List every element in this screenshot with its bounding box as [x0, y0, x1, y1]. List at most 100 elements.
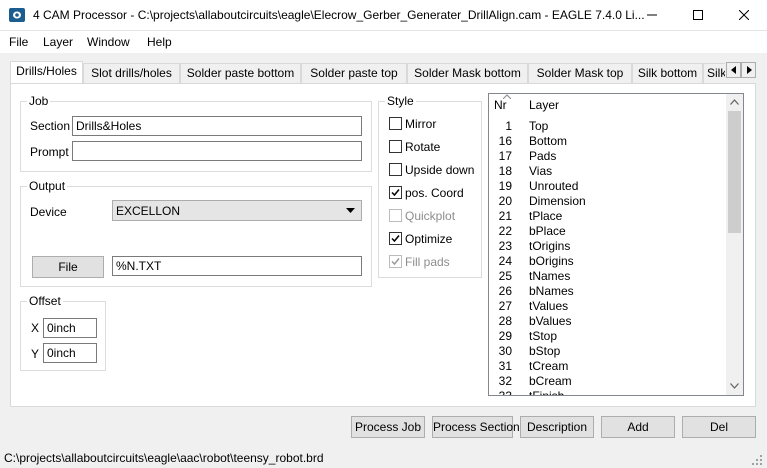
layer-list-item[interactable]: 25 tNames — [489, 268, 729, 283]
menu-help[interactable]: Help — [147, 35, 172, 49]
layer-list-item[interactable]: 23 tOrigins — [489, 238, 729, 253]
process-section-button[interactable]: Process Section — [432, 416, 520, 438]
layer-number: 27 — [498, 299, 512, 313]
file-name-input[interactable]: %N.TXT — [112, 256, 362, 276]
maximize-icon — [693, 10, 703, 20]
add-button[interactable]: Add — [601, 416, 675, 438]
scroll-thumb[interactable] — [728, 111, 741, 233]
offset-y-input[interactable]: 0inch — [43, 343, 97, 363]
upside-down-checkbox[interactable] — [389, 163, 402, 176]
layer-name: tPlace — [529, 209, 563, 223]
tab-silk-top[interactable]: Silk t — [703, 63, 725, 83]
layer-list-item[interactable]: 19 Unrouted — [489, 178, 729, 193]
layer-name: tStop — [529, 329, 558, 343]
checkmark-icon — [391, 235, 400, 243]
checkmark-icon — [391, 258, 400, 266]
sort-ascending-icon — [503, 94, 511, 99]
layer-name: tFinish — [529, 389, 565, 396]
layer-number: 20 — [498, 194, 512, 208]
tab-drills-holes[interactable]: Drills/Holes — [10, 61, 83, 83]
title-bar: 4 CAM Processor - C:\projects\allaboutci… — [0, 0, 767, 31]
pos-coord-checkbox[interactable] — [389, 186, 402, 199]
file-button[interactable]: File — [32, 256, 104, 278]
layer-number: 23 — [498, 239, 512, 253]
column-header-layer[interactable]: Layer — [529, 98, 559, 112]
layer-number: 19 — [498, 179, 512, 193]
layer-list-item[interactable]: 28 bValues — [489, 313, 729, 328]
layer-list-item[interactable]: 31 tCream — [489, 358, 729, 373]
layer-list-item[interactable]: 18 Vias — [489, 163, 729, 178]
style-legend: Style — [387, 94, 414, 108]
layer-number: 33 — [498, 389, 512, 396]
layer-name: Pads — [529, 149, 557, 163]
optimize-checkbox[interactable] — [389, 232, 402, 245]
layer-list-item[interactable]: 29 tStop — [489, 328, 729, 343]
menu-file[interactable]: File — [9, 35, 28, 49]
offset-x-input[interactable]: 0inch — [43, 318, 97, 338]
layer-list-item[interactable]: 30 bStop — [489, 343, 729, 358]
rotate-checkbox[interactable] — [389, 140, 402, 153]
layer-list-item[interactable]: 26 bNames — [489, 283, 729, 298]
menu-bar: File Layer Window Help — [0, 31, 767, 53]
description-button[interactable]: Description — [520, 416, 594, 438]
close-button[interactable] — [721, 0, 767, 30]
layer-list[interactable]: Nr Layer 1 Top 16 Bottom 17 Pads 18 Vias 19 Unrou… — [488, 93, 744, 396]
layer-list-item[interactable]: 16 Bottom — [489, 133, 729, 148]
layer-name: Unrouted — [529, 179, 579, 193]
layer-number: 30 — [498, 344, 512, 358]
rotate-label: Rotate — [405, 140, 441, 154]
layer-number: 24 — [498, 254, 512, 268]
layer-number: 17 — [498, 149, 512, 163]
layer-list-item[interactable]: 24 bOrigins — [489, 253, 729, 268]
process-job-button[interactable]: Process Job — [351, 416, 425, 438]
maximize-button[interactable] — [675, 0, 721, 30]
tab-scroll-left-button[interactable] — [726, 62, 741, 78]
scroll-down-icon[interactable] — [730, 383, 739, 389]
column-header-nr[interactable]: Nr — [494, 98, 507, 112]
layer-name: bCream — [529, 374, 572, 388]
resize-grip-icon[interactable] — [751, 454, 763, 466]
menu-layer[interactable]: Layer — [43, 35, 73, 49]
mirror-checkbox[interactable] — [389, 117, 402, 130]
layer-list-item[interactable]: 20 Dimension — [489, 193, 729, 208]
eagle-app-icon — [9, 8, 25, 22]
layer-number: 16 — [498, 134, 512, 148]
layer-name: bValues — [529, 314, 572, 328]
tab-scroll-right-button[interactable] — [741, 62, 756, 78]
layer-list-item[interactable]: 17 Pads — [489, 148, 729, 163]
layer-name: Top — [529, 119, 549, 133]
device-selected-value: EXCELLON — [116, 204, 181, 218]
layer-name: tOrigins — [529, 239, 571, 253]
layer-number: 28 — [498, 314, 512, 328]
minimize-button[interactable] — [629, 0, 675, 30]
layer-list-item[interactable]: 21 tPlace — [489, 208, 729, 223]
layer-list-item[interactable]: 27 tValues — [489, 298, 729, 313]
tab-solder-paste-top[interactable]: Solder paste top — [301, 63, 407, 83]
del-button[interactable]: Del — [682, 416, 756, 438]
layer-rows: 1 Top 16 Bottom 17 Pads 18 Vias 19 Unrouted 20 Dime… — [489, 118, 729, 396]
layer-list-item[interactable]: 1 Top — [489, 118, 729, 133]
scroll-up-icon[interactable] — [730, 99, 739, 105]
mirror-label: Mirror — [405, 117, 437, 131]
layer-name: Vias — [529, 164, 553, 178]
tab-slot-drills-holes[interactable]: Slot drills/holes — [83, 63, 180, 83]
menu-window[interactable]: Window — [87, 35, 130, 49]
tab-silk-bottom[interactable]: Silk bottom — [632, 63, 703, 83]
tab-solder-paste-bottom[interactable]: Solder paste bottom — [180, 63, 301, 83]
section-input[interactable]: Drills&Holes — [72, 116, 362, 136]
output-legend: Output — [29, 179, 66, 193]
layer-list-scrollbar[interactable] — [726, 94, 743, 395]
prompt-input[interactable] — [72, 141, 362, 161]
tab-solder-mask-bottom[interactable]: Solder Mask bottom — [407, 63, 528, 83]
device-select[interactable]: EXCELLON — [112, 200, 362, 221]
layer-number: 25 — [498, 269, 512, 283]
layer-name: bPlace — [529, 224, 566, 238]
layer-list-item[interactable]: 33 tFinish — [489, 388, 729, 396]
layer-name: bNames — [529, 284, 574, 298]
tab-solder-mask-top[interactable]: Solder Mask top — [528, 63, 632, 83]
layer-name: tNames — [529, 269, 571, 283]
quickplot-label: Quickplot — [405, 209, 456, 223]
chevron-right-icon — [746, 66, 752, 74]
layer-list-item[interactable]: 22 bPlace — [489, 223, 729, 238]
layer-list-item[interactable]: 32 bCream — [489, 373, 729, 388]
